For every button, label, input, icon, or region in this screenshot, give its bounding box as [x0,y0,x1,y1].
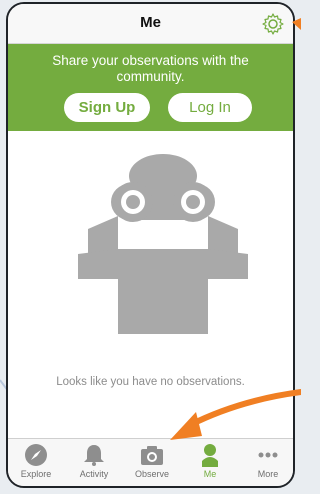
tab-bar: Explore Activity Observe Me More [8,438,293,486]
tab-label: Observe [134,469,169,479]
tab-label: Me [203,469,217,479]
compass-icon [25,444,47,466]
empty-state-message: Looks like you have no observations. [56,376,245,388]
page-title: Me [140,14,161,31]
navigation-bar: Me [8,4,293,44]
tab-me[interactable]: Me [182,443,238,483]
tab-label: Explore [20,469,52,479]
tab-explore[interactable]: Explore [8,443,64,483]
banner-message: Share your observations with the communi… [52,53,249,84]
sign-up-button[interactable]: Sign Up [64,93,150,122]
tab-observe[interactable]: Observe [124,443,180,483]
gear-icon[interactable] [261,12,285,36]
binoculars-person-illustration [78,154,248,334]
tab-activity[interactable]: Activity [66,443,122,483]
bell-icon [84,445,104,466]
phone-screen: Me Share your observations with the comm… [6,2,295,488]
tab-label: More [257,469,279,479]
tab-more[interactable]: More [240,443,293,483]
signup-banner: Share your observations with the communi… [8,44,293,131]
ellipsis-icon [258,452,278,458]
tab-label: Activity [79,469,109,479]
camera-icon [141,446,163,465]
log-in-button[interactable]: Log In [168,93,252,122]
person-icon [202,444,218,467]
